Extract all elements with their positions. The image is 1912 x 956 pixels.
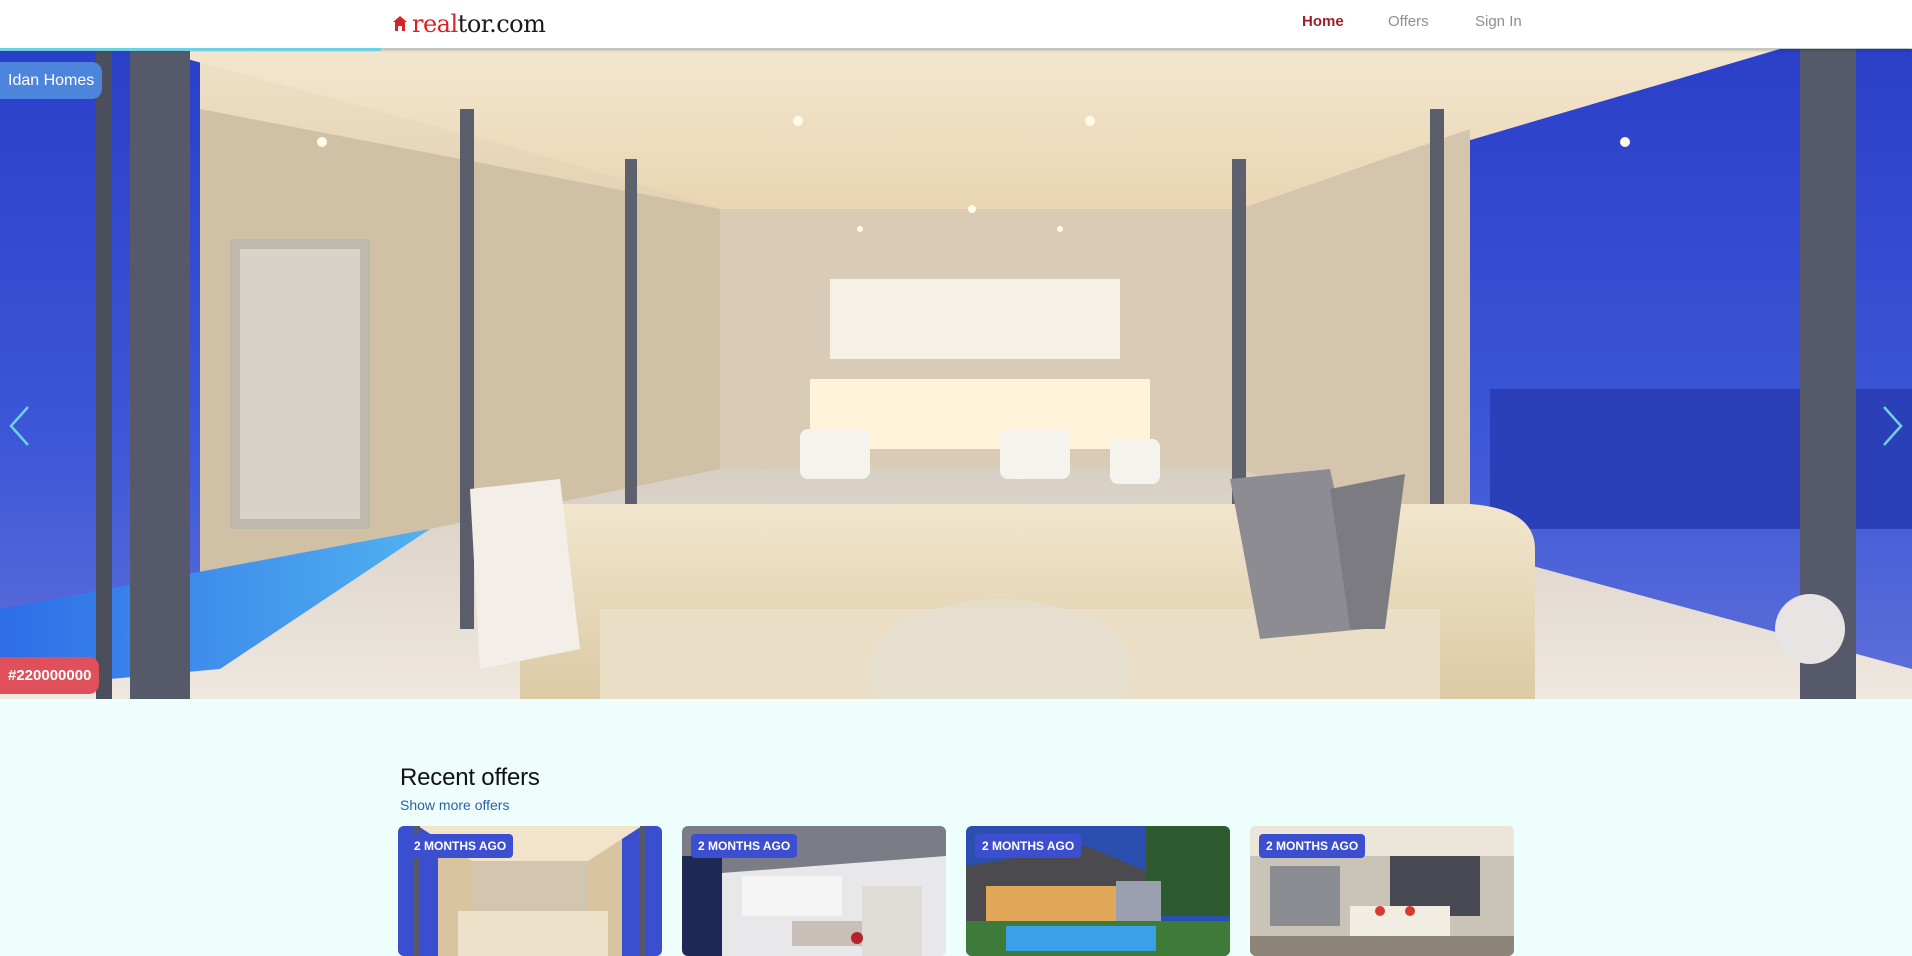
carousel-prev-button[interactable] — [6, 404, 34, 448]
hero-carousel: Idan Homes #220000000 — [0, 49, 1912, 699]
offer-age-badge: 2 MONTHS AGO — [975, 834, 1082, 858]
offer-age-badge: 2 MONTHS AGO — [1259, 834, 1366, 858]
house-icon — [393, 16, 407, 31]
company-tag: Idan Homes — [0, 62, 103, 99]
offer-age-badge: 2 MONTHS AGO — [691, 834, 798, 858]
offer-age-badge: 2 MONTHS AGO — [407, 834, 514, 858]
logo-text-tor: tor.com — [457, 10, 546, 38]
chevron-right-icon — [1883, 406, 1903, 446]
nav-home[interactable]: Home — [1302, 13, 1344, 30]
recent-offers-title: Recent offers — [400, 764, 540, 791]
show-more-offers-link[interactable]: Show more offers — [400, 797, 509, 813]
offer-card[interactable]: 2 MONTHS AGO — [682, 826, 946, 956]
offer-card[interactable]: 2 MONTHS AGO — [398, 826, 662, 956]
nav-offers[interactable]: Offers — [1388, 13, 1429, 30]
top-navbar: realtor.com Home Offers Sign In — [0, 0, 1912, 48]
carousel-next-button[interactable] — [1878, 404, 1906, 448]
hero-image — [0, 49, 1912, 699]
offer-card[interactable]: 2 MONTHS AGO — [1250, 826, 1514, 956]
listing-id-tag: #220000000 — [0, 657, 100, 694]
realtor-logo[interactable]: realtor.com — [392, 9, 546, 39]
logo-text-real: real — [412, 10, 458, 38]
nav-sign-in[interactable]: Sign In — [1475, 13, 1522, 30]
offer-card[interactable]: 2 MONTHS AGO — [966, 826, 1230, 956]
carousel-progress-bar — [0, 48, 381, 51]
chevron-left-icon — [9, 406, 29, 446]
